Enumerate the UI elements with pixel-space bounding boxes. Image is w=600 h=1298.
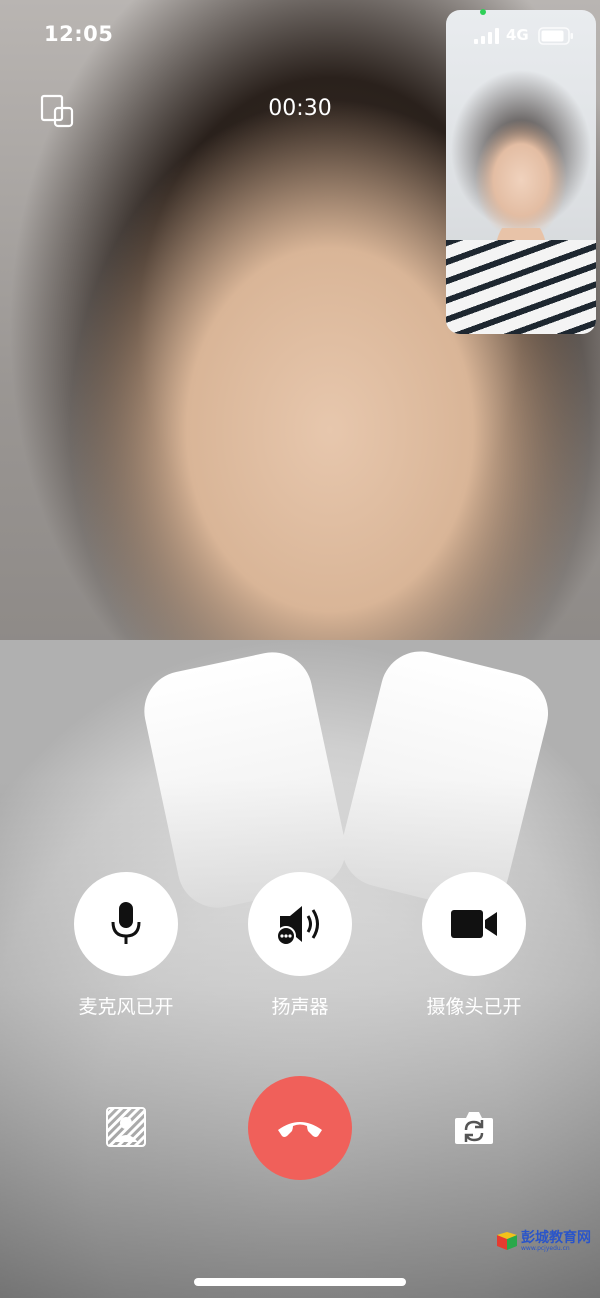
watermark-text: 彭城教育网 — [521, 1229, 591, 1246]
battery-icon — [538, 27, 573, 45]
local-video-shirt — [446, 240, 596, 334]
microphone-button[interactable] — [74, 872, 178, 976]
camera-button[interactable] — [422, 872, 526, 976]
signal-icon — [474, 28, 499, 44]
call-timer: 00:30 — [268, 96, 332, 121]
camera-label: 摄像头已开 — [426, 996, 522, 1018]
hangup-button[interactable] — [248, 1076, 352, 1180]
video-camera-icon — [451, 910, 497, 938]
blur-background-icon[interactable] — [105, 1106, 147, 1148]
switch-camera-icon[interactable] — [453, 1106, 495, 1148]
hangup-icon — [278, 1122, 322, 1137]
status-time: 12:05 — [44, 22, 114, 46]
microphone-icon — [111, 902, 141, 944]
camera-active-dot — [480, 9, 486, 15]
watermark-logo-icon — [497, 1232, 517, 1250]
speaker-icon — [276, 906, 319, 946]
watermark-subtext: www.pcjyedu.cn — [521, 1244, 570, 1252]
speaker-label: 扬声器 — [271, 996, 329, 1018]
home-indicator[interactable] — [194, 1278, 406, 1286]
bottom-gradient — [0, 778, 600, 1298]
watermark: 彭城教育网 www.pcjyedu.cn — [496, 1228, 596, 1254]
network-type: 4G — [506, 26, 529, 44]
speaker-button[interactable] — [248, 872, 352, 976]
microphone-label: 麦克风已开 — [78, 996, 174, 1018]
